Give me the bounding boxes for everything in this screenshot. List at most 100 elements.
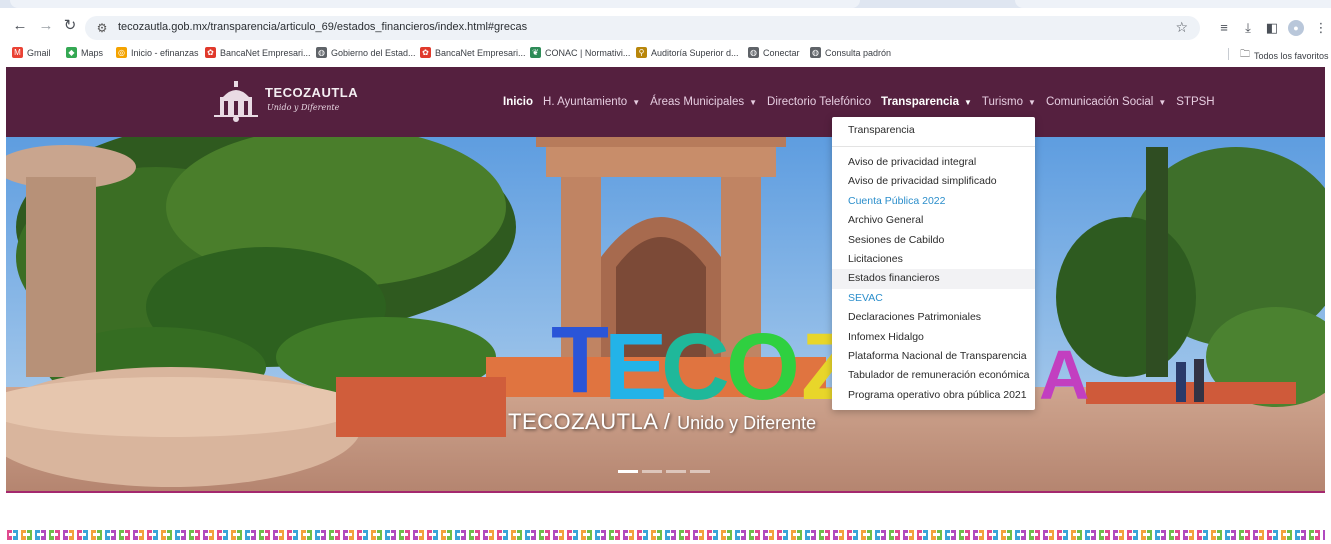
forward-icon[interactable]: → — [36, 16, 56, 36]
bookmark-favicon-icon: ◍ — [748, 47, 759, 58]
bookmarks-separator — [1228, 48, 1229, 60]
menu-kebab-icon[interactable]: ⋮ — [1313, 20, 1329, 36]
url-text[interactable]: tecozautla.gob.mx/transparencia/articulo… — [118, 21, 527, 33]
bookmark-label: Gmail — [27, 47, 51, 58]
bookmark-label: Auditoría Superior d... — [651, 47, 739, 58]
bookmark-item[interactable]: ◍ Consulta padrón — [810, 47, 891, 58]
dropdown-item[interactable]: Sesiones de Cabildo — [832, 231, 1035, 250]
side-panel-icon[interactable]: ◧ — [1264, 20, 1280, 36]
bookmark-item[interactable]: ◍ Gobierno del Estad... — [316, 47, 416, 58]
bookmark-favicon-icon: M — [12, 47, 23, 58]
bookmark-favicon-icon: ◍ — [810, 47, 821, 58]
site-header: TECOZAUTLA Unido y Diferente Inicio H. Ay… — [6, 67, 1325, 137]
bookmark-item[interactable]: ◍ Conectar — [748, 47, 800, 58]
caret-down-icon: ▼ — [1158, 97, 1167, 107]
bookmark-item[interactable]: M Gmail — [12, 47, 51, 58]
hero-slider: T E C O Z A TECOZAUTLA / Unido y Diferen… — [6, 137, 1325, 491]
download-icon[interactable]: ⤓ — [1240, 20, 1256, 36]
hero-caption: TECOZAUTLA / Unido y Diferente — [508, 409, 817, 434]
sign-letter-o: O — [726, 314, 800, 420]
nav-item-directorio-telefónico[interactable]: Directorio Telefónico — [767, 96, 871, 108]
reload-icon[interactable]: ↻ — [60, 16, 80, 36]
bookmark-favicon-icon: ◎ — [116, 47, 127, 58]
nav-item-stpsh[interactable]: STPSH — [1176, 96, 1214, 108]
site-info-icon[interactable]: ⚙ — [94, 20, 110, 36]
caret-down-icon: ▼ — [749, 97, 758, 107]
nav-item-turismo[interactable]: Turismo ▼ — [982, 96, 1036, 108]
bookmark-label: CONAC | Normativi... — [545, 47, 631, 58]
bookmark-item[interactable]: ✿ BancaNet Empresari... — [205, 47, 311, 58]
bookmark-favicon-icon: ❦ — [530, 47, 541, 58]
all-bookmarks[interactable]: 🗀 Todos los favoritos — [1240, 47, 1329, 64]
logo-slogan: Unido y Diferente — [267, 103, 340, 112]
transparencia-dropdown: Transparencia Aviso de privacidad integr… — [832, 117, 1035, 410]
greca-border — [7, 530, 1325, 540]
nav-item-transparencia[interactable]: Transparencia ▼ — [881, 96, 972, 108]
bookmark-favicon-icon: ✿ — [420, 47, 431, 58]
tab-strip — [0, 0, 1331, 8]
dropdown-item[interactable]: Archivo General — [832, 211, 1035, 230]
dropdown-item[interactable]: Estados financieros — [832, 269, 1035, 289]
bookmark-favicon-icon: ⚲ — [636, 47, 647, 58]
kiosk-icon — [214, 81, 258, 122]
hero-photo: T E C O Z A — [6, 137, 1325, 491]
sign-letter-c: C — [661, 314, 730, 420]
profile-avatar[interactable]: ● — [1288, 20, 1304, 36]
tab[interactable] — [1015, 0, 1331, 8]
bookmarks-bar: 🗀 Todos los favoritos M Gmail ◆ Maps ◎ Inicio… — [0, 44, 1331, 64]
dropdown-item[interactable]: Aviso de privacidad integral — [832, 153, 1035, 172]
bookmark-label: Gobierno del Estad... — [331, 47, 416, 58]
bookmark-label: Consulta padrón — [825, 47, 892, 58]
dropdown-item[interactable]: Declaraciones Patrimoniales — [832, 308, 1035, 327]
hero-divider — [6, 491, 1325, 493]
slider-dot[interactable] — [666, 470, 686, 473]
folder-icon: 🗀 — [1240, 49, 1250, 60]
site-logo[interactable]: TECOZAUTLA Unido y Diferente — [211, 79, 361, 125]
browser-toolbar: ← → ↻ ⚙ tecozautla.gob.mx/transparencia/… — [0, 8, 1331, 44]
dropdown-item[interactable]: Aviso de privacidad simplificado — [832, 172, 1035, 191]
logo-name: TECOZAUTLA — [265, 85, 359, 100]
dropdown-header[interactable]: Transparencia — [848, 124, 915, 136]
dropdown-divider — [832, 146, 1035, 147]
address-bar[interactable]: ⚙ tecozautla.gob.mx/transparencia/articu… — [85, 16, 1200, 40]
bookmark-label: Conectar — [763, 47, 800, 58]
slider-dot[interactable] — [690, 470, 710, 473]
bookmark-label: Inicio - efinanzas — [131, 47, 199, 58]
caret-down-icon: ▼ — [964, 97, 972, 107]
dropdown-item[interactable]: Programa operativo obra pública 2021 — [832, 386, 1035, 405]
back-icon[interactable]: ← — [10, 16, 30, 36]
bookmark-label: BancaNet Empresari... — [220, 47, 311, 58]
bookmark-item[interactable]: ◎ Inicio - efinanzas — [116, 47, 199, 58]
nav-item-áreas-municipales[interactable]: Áreas Municipales ▼ — [650, 96, 757, 108]
nav-item-comunicación-social[interactable]: Comunicación Social ▼ — [1046, 96, 1166, 108]
main-nav: Inicio H. Ayuntamiento ▼ Áreas Municipales ▼… — [503, 93, 1225, 111]
dropdown-item[interactable]: Infomex Hidalgo — [832, 328, 1035, 347]
dropdown-item[interactable]: Cuenta Pública 2022 — [832, 192, 1035, 211]
bookmark-favicon-icon: ◆ — [66, 47, 77, 58]
sign-letter-t: T — [551, 307, 609, 413]
dropdown-item[interactable]: Plataforma Nacional de Transparencia — [832, 347, 1035, 366]
slider-indicators — [618, 470, 710, 473]
bookmark-label: BancaNet Empresari... — [435, 47, 526, 58]
slider-dot[interactable] — [642, 470, 662, 473]
caret-down-icon: ▼ — [632, 97, 641, 107]
sign-letter-a: A — [1039, 336, 1090, 414]
reading-list-icon[interactable]: ≡ — [1216, 20, 1232, 36]
nav-item-h-ayuntamiento[interactable]: H. Ayuntamiento ▼ — [543, 96, 640, 108]
bookmark-item[interactable]: ⚲ Auditoría Superior d... — [636, 47, 739, 58]
nav-item-inicio[interactable]: Inicio — [503, 96, 533, 108]
dropdown-item[interactable]: Tabulador de remuneración económica — [832, 366, 1035, 385]
bookmark-item[interactable]: ✿ BancaNet Empresari... — [420, 47, 526, 58]
active-tab[interactable] — [10, 0, 860, 8]
bookmark-item[interactable]: ❦ CONAC | Normativi... — [530, 47, 630, 58]
bookmark-favicon-icon: ◍ — [316, 47, 327, 58]
dropdown-item[interactable]: SEVAC — [832, 289, 1035, 308]
caret-down-icon: ▼ — [1028, 97, 1036, 107]
sign-letter-e: E — [604, 314, 667, 420]
dropdown-item[interactable]: Licitaciones — [832, 250, 1035, 269]
slider-dot[interactable] — [618, 470, 638, 473]
bookmark-item[interactable]: ◆ Maps — [66, 47, 103, 58]
bookmark-label: Maps — [81, 47, 104, 58]
bookmark-star-icon[interactable]: ☆ — [1175, 19, 1188, 36]
dropdown-list: Aviso de privacidad integral Aviso de pri… — [832, 153, 1035, 405]
